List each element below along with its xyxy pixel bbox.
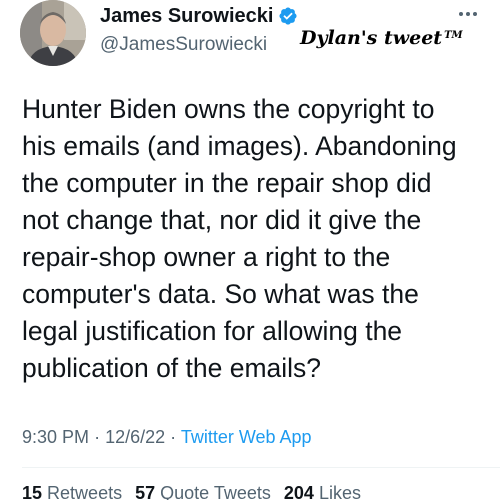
watermark-label: Dylan's tweet TM — [300, 26, 463, 50]
watermark-text: Dylan's tweet — [300, 27, 443, 49]
tweet-source-link[interactable]: Twitter Web App — [181, 427, 312, 447]
tweet-date[interactable]: 12/6/22 — [105, 427, 165, 447]
tweet-stats: 15 Retweets 57 Quote Tweets 204 Likes — [22, 481, 369, 500]
avatar[interactable] — [20, 0, 86, 66]
trademark-mark: TM — [444, 30, 463, 41]
verified-badge-icon — [278, 6, 298, 26]
tweet-time[interactable]: 9:30 PM — [22, 427, 89, 447]
tweet-text-line: computer's data. So what was the — [22, 279, 419, 309]
likes-count: 204 — [283, 483, 314, 500]
quote-tweets-label: Quote Tweets — [160, 483, 271, 500]
likes-label: Likes — [318, 483, 361, 500]
quote-tweets-stat[interactable]: 57 Quote Tweets — [135, 483, 271, 500]
divider — [22, 467, 500, 468]
author-display-name[interactable]: James Surowiecki — [100, 4, 273, 28]
quote-tweets-count: 57 — [135, 483, 156, 500]
retweets-label: Retweets — [47, 483, 123, 500]
avatar-photo — [20, 0, 86, 66]
author-name-row[interactable]: James Surowiecki — [100, 4, 298, 28]
retweets-count: 15 — [22, 483, 43, 500]
tweet-meta: 9:30 PM · 12/6/22 · Twitter Web App — [22, 425, 312, 449]
tweet-text-line: publication of the emails? — [22, 353, 322, 383]
likes-stat[interactable]: 204 Likes — [284, 483, 361, 500]
tweet-text-line: Hunter Biden owns the copyright to — [22, 94, 435, 124]
more-options-icon[interactable] — [458, 10, 478, 18]
tweet-text-line: legal justification for allowing the — [22, 316, 403, 346]
retweets-stat[interactable]: 15 Retweets — [22, 483, 122, 500]
meta-separator: · — [170, 427, 177, 447]
meta-separator: · — [94, 427, 101, 447]
tweet-text-line: his emails (and images). Abandoning — [22, 131, 457, 161]
tweet-text-line: not change that, nor did it give the — [22, 205, 422, 235]
author-handle[interactable]: @JamesSurowiecki — [100, 33, 267, 57]
tweet-text: Hunter Biden owns the copyright to his e… — [22, 91, 492, 387]
tweet-text-line: the computer in the repair shop did — [22, 168, 432, 198]
tweet-text-line: repair-shop owner a right to the — [22, 242, 391, 272]
